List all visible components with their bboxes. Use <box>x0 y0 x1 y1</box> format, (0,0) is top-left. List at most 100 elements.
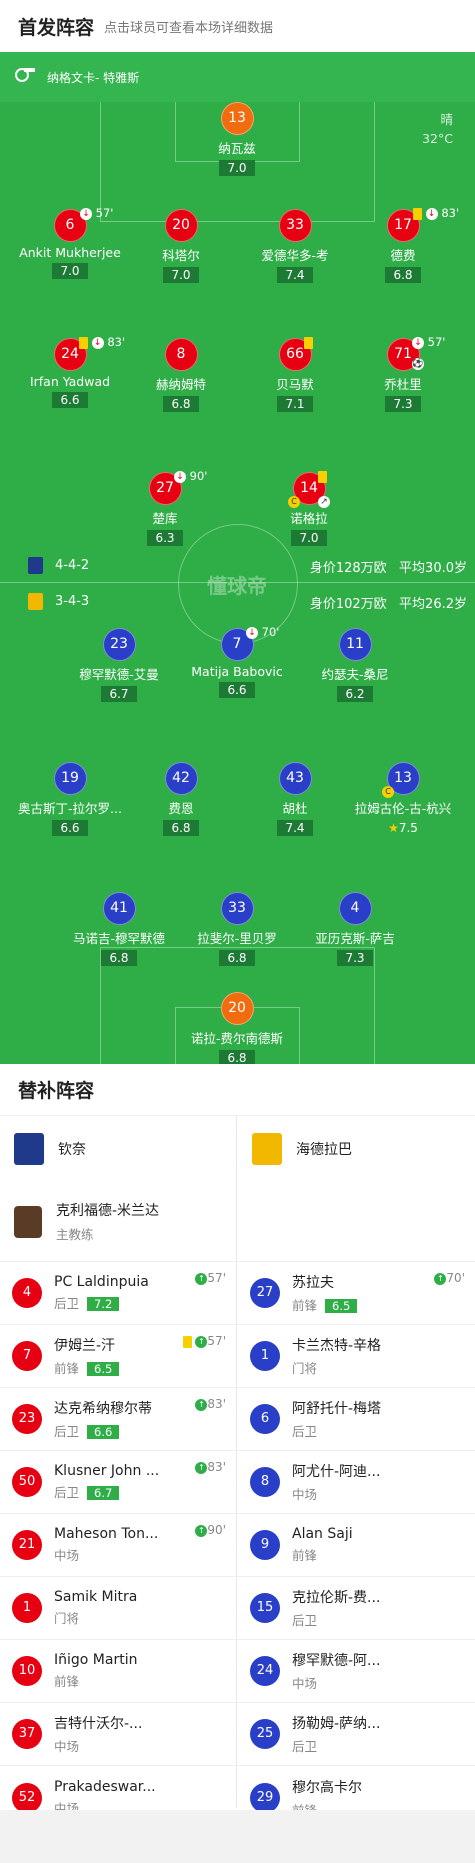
home-player[interactable]: 14 诺格拉 7.0 <box>249 472 369 546</box>
lineup-subtitle: 点击球员可查看本场详细数据 <box>104 20 274 36</box>
sub-name: PC Laldinpuia <box>54 1274 149 1290</box>
home-player-gk[interactable]: 13 纳瓦兹 7.0 <box>177 102 297 176</box>
home-player[interactable]: 20 科塔尔 7.0 <box>121 209 241 283</box>
sub-rating: 6.5 <box>87 1362 120 1376</box>
sub-name: Klusner John ... <box>54 1463 160 1479</box>
player-number: 19 <box>53 762 87 795</box>
sub-rating: 6.7 <box>87 1486 120 1500</box>
sub-position: 前锋 <box>54 1361 80 1376</box>
away-player[interactable]: 13 拉姆古伦-古-杭兴 ★7.5 <box>343 762 463 836</box>
player-rating: 6.8 <box>163 396 199 412</box>
home-player[interactable]: 17 德费 6.8 <box>343 209 463 283</box>
sub-in-event: ↑ 70' <box>434 1271 465 1285</box>
player-rating: 6.8 <box>385 267 421 283</box>
sub-in-icon: ↑ <box>195 1524 208 1537</box>
away-player[interactable]: 41 马诺吉-穆罕默德 6.8 <box>59 892 179 966</box>
yellow-card-icon <box>318 470 327 483</box>
sub-position: 后卫 <box>292 1613 318 1628</box>
player-name: 拉斐尔-里贝罗 <box>197 931 277 946</box>
sub-position: 后卫 <box>54 1424 80 1439</box>
lineup-title: 首发阵容 <box>18 16 95 39</box>
coach-avatar <box>14 1205 42 1238</box>
away-player[interactable]: 19 奥古斯丁-拉尔罗... 6.6 <box>10 762 130 836</box>
sub-player-row[interactable]: 25 扬勒姆-萨纳... 后卫 <box>238 1703 475 1766</box>
sub-position: 后卫 <box>54 1296 80 1311</box>
home-player[interactable]: 33 爱德华多-考 7.4 <box>235 209 355 283</box>
sub-name: 阿舒托什-梅塔 <box>292 1401 382 1417</box>
sub-player-row[interactable]: 9 Alan Saji 前锋 <box>238 1514 475 1577</box>
sub-position: 前锋 <box>292 1548 318 1563</box>
sub-position: 后卫 <box>292 1739 318 1754</box>
player-rating: 7.1 <box>277 396 313 412</box>
player-rating: 7.3 <box>385 396 421 412</box>
sub-position: 后卫 <box>292 1424 318 1439</box>
hyderabad-logo-icon <box>252 1133 282 1165</box>
home-player[interactable]: 66 贝马默 7.1 <box>235 338 355 412</box>
player-number: 41 <box>102 892 136 925</box>
sub-number: 1 <box>12 1593 42 1623</box>
coach-row[interactable]: 克利福德-米兰达 主教练 <box>0 1182 236 1262</box>
sub-name: 卡兰杰特-辛格 <box>292 1338 382 1354</box>
sub-player-row[interactable]: 27 苏拉夫 前锋 6.5 ↑ 70' <box>238 1262 475 1325</box>
sub-player-row[interactable]: 15 克拉伦斯-费... 后卫 <box>238 1577 475 1640</box>
sub-event: ↓ 83' <box>413 206 459 220</box>
sub-player-row[interactable]: 1 卡兰杰特-辛格 门将 <box>238 1325 475 1388</box>
away-player[interactable]: 11 约瑟夫-桑尼 6.2 <box>295 628 415 702</box>
sub-player-row[interactable]: 7 伊姆兰-汗 前锋 6.5 ↑ 57' <box>0 1325 236 1388</box>
player-name: 科塔尔 <box>162 248 200 263</box>
chennaiyin-badge-icon <box>28 557 43 574</box>
home-player[interactable]: 71 乔杜里 7.3 <box>343 338 463 412</box>
sub-number: 25 <box>250 1719 280 1749</box>
away-player[interactable]: 23 穆罕默德-艾曼 6.7 <box>59 628 179 702</box>
pitch: 纳格文卡- 特雅斯 懂球帝 晴 32°C 4-4-2 身价128万欧 平均30.… <box>0 52 475 1064</box>
sub-player-row[interactable]: 8 阿尤什-阿迪... 中场 <box>238 1451 475 1514</box>
player-rating: 7.3 <box>337 950 373 966</box>
whistle-icon <box>15 68 35 82</box>
sub-name: 穆罕默德-阿... <box>292 1653 381 1669</box>
player-name: 诺拉-费尔南德斯 <box>190 1031 283 1046</box>
away-player-gk[interactable]: 20 诺拉-费尔南德斯 6.8 <box>177 992 297 1064</box>
home-subs-column: 钦奈 克利福德-米兰达 主教练 4 PC Laldinpuia 后卫 7.2 ↑ 5… <box>0 1116 237 1816</box>
player-rating: 6.8 <box>101 950 137 966</box>
home-player[interactable]: 27 楚库 6.3 <box>105 472 225 546</box>
sub-rating: 6.6 <box>87 1425 120 1439</box>
sub-in-icon: ↑ <box>195 1461 208 1474</box>
sub-number: 9 <box>250 1530 280 1560</box>
sub-in-event: ↑ 57' <box>182 1334 226 1348</box>
home-formation: 4-4-2 <box>28 557 89 574</box>
sub-name: 达克希纳穆尔蒂 <box>54 1401 152 1417</box>
sub-position: 前锋 <box>292 1298 318 1313</box>
sub-out-icon: ↓ <box>246 626 258 639</box>
player-name: Irfan Yadwad <box>29 374 111 389</box>
sub-player-row[interactable]: 24 穆罕默德-阿... 中场 <box>238 1640 475 1703</box>
yellow-card-icon <box>413 207 422 220</box>
sub-player-row[interactable]: 10 Iñigo Martin 前锋 <box>0 1640 236 1703</box>
home-player[interactable]: 8 赫纳姆特 6.8 <box>121 338 241 412</box>
sub-player-row[interactable]: 6 阿舒托什-梅塔 后卫 <box>238 1388 475 1451</box>
away-subs-column: 海德拉巴 27 苏拉夫 前锋 6.5 ↑ 70' 1 卡兰杰特-辛格 门将 6 阿舒… <box>238 1116 475 1818</box>
player-number: 20 <box>220 992 254 1025</box>
away-player[interactable]: 33 拉斐尔-里贝罗 6.8 <box>177 892 297 966</box>
sub-event: ↓ 57' <box>80 206 113 220</box>
sub-name: 穆尔高卡尔 <box>292 1779 362 1796</box>
away-player[interactable]: 4 亚历克斯-萨吉 7.3 <box>295 892 415 966</box>
sub-player-row[interactable]: 4 PC Laldinpuia 后卫 7.2 ↑ 57' <box>0 1262 236 1325</box>
sub-player-row[interactable]: 50 Klusner John ... 后卫 6.7 ↑ 83' <box>0 1451 236 1514</box>
player-rating: 6.8 <box>163 820 199 836</box>
sub-out-icon: ↓ <box>412 336 424 349</box>
sub-player-row[interactable]: 21 Maheson Ton... 中场 ↑ 90' <box>0 1514 236 1577</box>
sub-player-row[interactable]: 37 吉特什沃尔-... 中场 <box>0 1703 236 1766</box>
player-name: 德费 <box>390 248 416 263</box>
away-player[interactable]: 43 胡杜 7.4 <box>235 762 355 836</box>
player-rating: 6.6 <box>219 682 255 698</box>
referee-bar: 纳格文卡- 特雅斯 <box>0 52 475 102</box>
footer-spacer <box>0 1810 475 1863</box>
away-player[interactable]: 42 费恩 6.8 <box>121 762 241 836</box>
player-rating: 6.8 <box>219 1050 255 1064</box>
sub-player-row[interactable]: 1 Samik Mitra 门将 <box>0 1577 236 1640</box>
player-name: 约瑟夫-桑尼 <box>321 667 389 682</box>
player-number: 23 <box>102 628 136 661</box>
sub-in-event: ↑ 57' <box>195 1271 226 1285</box>
sub-player-row[interactable]: 23 达克希纳穆尔蒂 后卫 6.6 ↑ 83' <box>0 1388 236 1451</box>
player-number: 4 <box>338 892 372 925</box>
